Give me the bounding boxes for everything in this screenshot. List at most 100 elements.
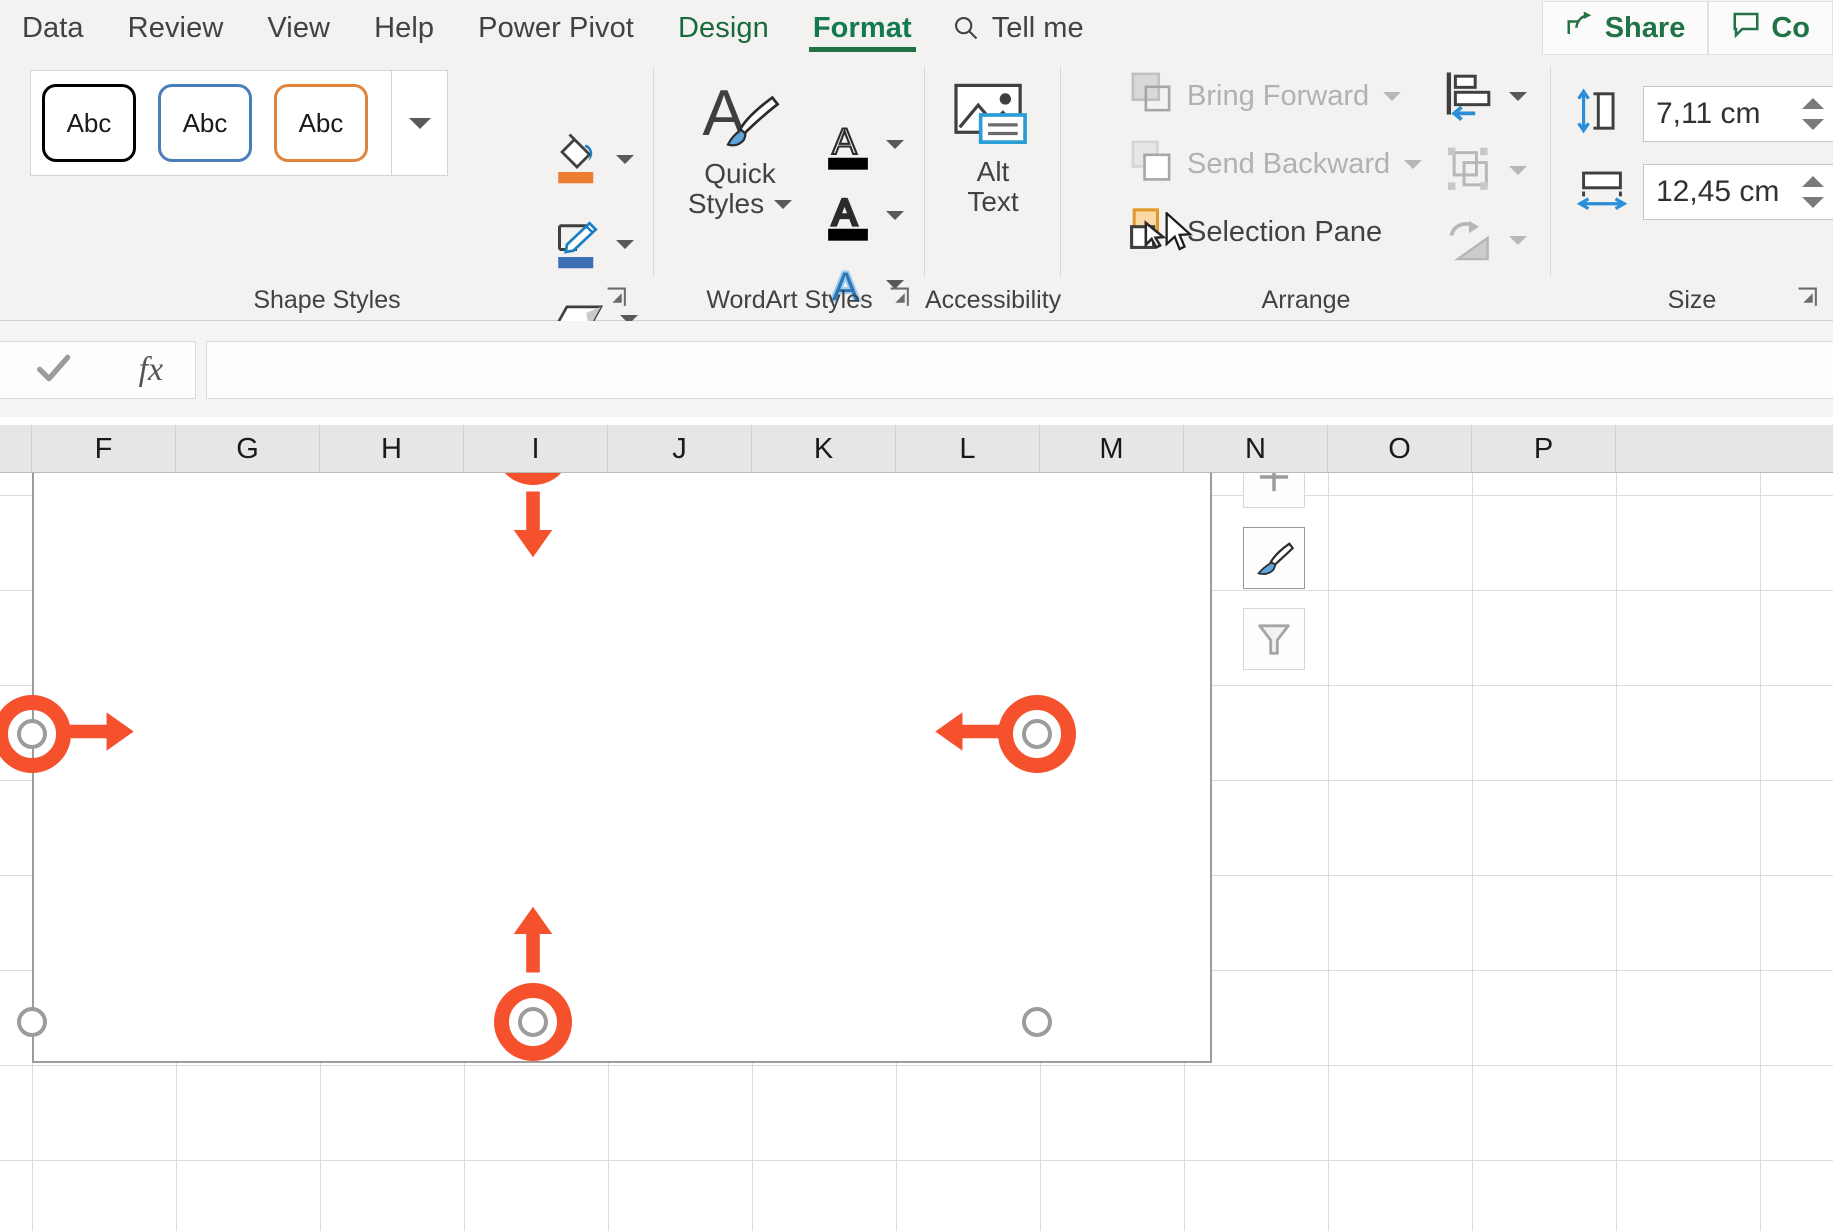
shape-width-input[interactable]: 12,45 cm (1643, 163, 1833, 220)
chevron-down-icon[interactable] (1802, 196, 1824, 208)
insert-function-icon[interactable]: fx (139, 351, 164, 389)
column-header-J[interactable]: J (608, 425, 752, 473)
wordart-styles-dialog-launcher[interactable] (889, 287, 911, 309)
chevron-down-icon[interactable] (1802, 118, 1824, 130)
rotate-objects-button[interactable] (1443, 218, 1527, 263)
text-outline-a-icon: A (824, 189, 872, 242)
shape-style-item-1[interactable]: Abc (31, 84, 147, 162)
column-header-label: N (1245, 432, 1266, 465)
shape-width-row: 12,45 cm (1575, 162, 1833, 221)
tab-view[interactable]: View (245, 0, 352, 56)
column-header-N[interactable]: N (1184, 425, 1328, 473)
chevron-down-icon[interactable] (774, 199, 793, 209)
tab-help[interactable]: Help (352, 0, 456, 56)
column-header-partial[interactable] (0, 425, 32, 473)
comments-button[interactable]: Co (1708, 1, 1833, 55)
ribbon: Abc Abc Abc Shape Styles A Quick Styles … (0, 56, 1833, 331)
text-fill-a-icon: A (824, 118, 872, 171)
column-header-label: H (381, 432, 402, 465)
tab-power-pivot[interactable]: Power Pivot (456, 0, 656, 56)
tab-data[interactable]: Data (0, 0, 106, 56)
column-header-label: I (531, 432, 540, 465)
ribbon-right-buttons: Share Co (1541, 0, 1833, 56)
column-header-M[interactable]: M (1040, 425, 1184, 473)
chart-elements-button[interactable] (1243, 473, 1305, 508)
chevron-up-icon[interactable] (1802, 97, 1824, 109)
send-backward-button[interactable]: Send Backward (1129, 138, 1423, 190)
align-objects-button[interactable] (1443, 70, 1527, 122)
grid-line-h (0, 1160, 1833, 1161)
shape-style-item-2[interactable]: Abc (147, 84, 263, 162)
shape-styles-more-button[interactable] (391, 71, 447, 175)
pencil-outline-icon (552, 217, 602, 272)
group-objects-button[interactable] (1443, 144, 1527, 196)
wordart-quick-styles-button[interactable]: A Quick Styles (676, 76, 804, 219)
chevron-down-icon[interactable] (616, 155, 634, 164)
chevron-down-icon[interactable] (1509, 236, 1527, 245)
search-icon (952, 14, 980, 42)
group-arrange: Bring Forward Send Backward Selection Pa… (1061, 56, 1551, 321)
grid-line-v (1328, 473, 1329, 1231)
shape-width-stepper[interactable] (1802, 165, 1824, 219)
chevron-down-icon (408, 117, 431, 129)
worksheet-grid[interactable] (0, 473, 1833, 1231)
column-header-label: J (672, 432, 687, 465)
tab-label: Power Pivot (478, 11, 634, 44)
alt-text-image-icon (948, 78, 1038, 157)
tab-format[interactable]: Format (791, 0, 934, 56)
grid-line-h (0, 1065, 1833, 1066)
tab-design[interactable]: Design (656, 0, 791, 56)
formula-input[interactable] (206, 341, 1833, 399)
shape-height-input[interactable]: 7,11 cm (1643, 85, 1833, 142)
group-label-arrange: Arrange (1261, 286, 1351, 314)
group-label-size: Size (1667, 286, 1717, 314)
shape-style-label: Abc (66, 107, 112, 138)
alt-text-label-1: Alt (976, 156, 1010, 187)
shape-height-stepper[interactable] (1802, 87, 1824, 141)
chevron-down-icon[interactable] (886, 140, 904, 149)
svg-text:A: A (832, 120, 857, 162)
column-header-L[interactable]: L (896, 425, 1040, 473)
send-backward-label: Send Backward (1187, 147, 1391, 180)
share-label: Share (1604, 11, 1686, 44)
chevron-down-icon[interactable] (1404, 159, 1423, 169)
column-header-P[interactable]: P (1472, 425, 1616, 473)
group-size: 7,11 cm 12,45 cm Size (1551, 56, 1833, 321)
chevron-down-icon[interactable] (886, 211, 904, 220)
shape-style-preview: Abc (42, 84, 136, 162)
column-header-O[interactable]: O (1328, 425, 1472, 473)
alt-text-button[interactable]: Alt Text (925, 78, 1061, 217)
bring-forward-button[interactable]: Bring Forward (1129, 70, 1402, 122)
column-header-H[interactable]: H (320, 425, 464, 473)
size-dialog-launcher[interactable] (1797, 287, 1819, 309)
share-icon (1565, 9, 1595, 47)
text-outline-button[interactable]: A (824, 189, 904, 242)
column-header-I[interactable]: I (464, 425, 608, 473)
column-header-F[interactable]: F (32, 425, 176, 473)
shape-styles-gallery[interactable]: Abc Abc Abc (30, 70, 448, 176)
handle-bottom-left[interactable] (17, 1007, 47, 1037)
chart-filters-button[interactable] (1243, 608, 1305, 670)
arrange-side-commands (1443, 70, 1527, 263)
chart-styles-button[interactable] (1243, 527, 1305, 589)
chevron-down-icon[interactable] (616, 240, 634, 249)
handle-bottom-right[interactable] (1022, 1007, 1052, 1037)
shape-fill-button[interactable] (552, 132, 638, 187)
chevron-up-icon[interactable] (1802, 175, 1824, 187)
column-header-K[interactable]: K (752, 425, 896, 473)
chevron-down-icon[interactable] (1509, 91, 1527, 101)
group-shape-styles: Abc Abc Abc Shape Styles (0, 56, 654, 331)
column-header-G[interactable]: G (176, 425, 320, 473)
shape-width-icon (1575, 162, 1629, 221)
text-fill-button[interactable]: A (824, 118, 904, 171)
shape-styles-dialog-launcher[interactable] (606, 287, 628, 309)
chevron-down-icon[interactable] (1383, 91, 1402, 101)
tell-me-box[interactable]: Tell me (934, 12, 1102, 45)
tab-review[interactable]: Review (106, 0, 246, 56)
chevron-down-icon[interactable] (1509, 165, 1527, 175)
checkmark-icon[interactable] (33, 348, 73, 393)
share-button[interactable]: Share (1541, 1, 1709, 55)
ribbon-tab-bar: Data Review View Help Power Pivot Design… (0, 0, 1833, 56)
shape-outline-button[interactable] (552, 217, 638, 272)
shape-style-item-3[interactable]: Abc (263, 84, 379, 162)
